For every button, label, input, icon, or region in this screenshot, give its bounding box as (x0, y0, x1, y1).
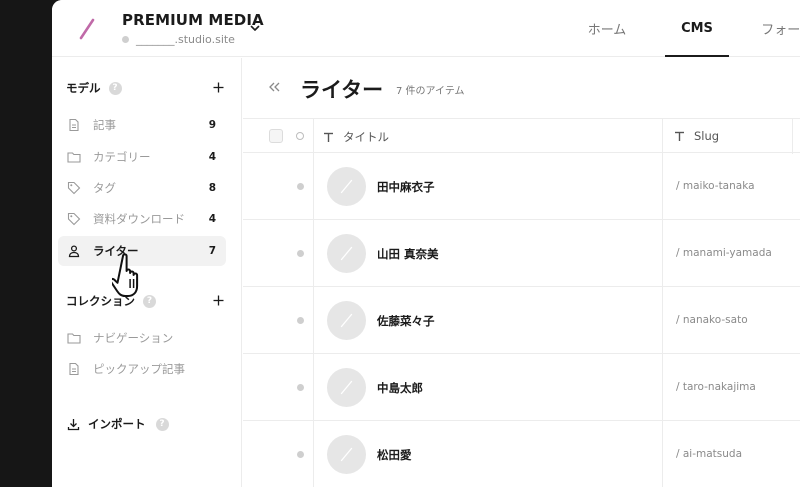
row-slug: / ai-matsuda (676, 448, 743, 460)
sidebar-item-label: 資料ダウンロード (93, 212, 185, 226)
site-url-row: _______.studio.site (122, 33, 235, 46)
sidebar-item-count: 8 (208, 182, 216, 194)
site-url: _______.studio.site (136, 33, 235, 46)
row-title: 佐藤菜々子 (377, 314, 435, 328)
row-slug: / nanako-sato (676, 314, 748, 326)
cell-divider (313, 287, 314, 354)
top-header: PREMIUM MEDIA _______.studio.site ホーム CM… (52, 0, 800, 57)
text-type-icon (675, 131, 684, 141)
row-status-dot (297, 384, 304, 391)
help-icon[interactable]: ? (108, 81, 122, 95)
status-column-indicator (296, 132, 304, 140)
import-button[interactable]: インポート ? (67, 416, 169, 432)
document-icon (69, 362, 79, 376)
add-model-plus-icon[interactable] (213, 82, 224, 93)
row-title: 松田愛 (377, 448, 412, 462)
table-row[interactable]: 佐藤菜々子 / nanako-sato (243, 287, 800, 354)
avatar-placeholder-icon (327, 234, 366, 273)
sidebar-item-pickup-articles[interactable]: ピックアップ記事 (58, 354, 226, 384)
nav-tabs: ホーム CMS フォーム (562, 0, 800, 57)
avatar-placeholder-icon (327, 435, 366, 474)
sidebar-item-articles[interactable]: 記事 9 (58, 110, 226, 140)
person-icon (68, 245, 80, 258)
sidebar-item-label: タグ (93, 181, 116, 195)
sidebar-item-label: カテゴリー (93, 150, 151, 164)
cell-divider (662, 287, 663, 354)
avatar-placeholder-icon (327, 301, 366, 340)
table-row[interactable]: 中島太郎 / taro-nakajima (243, 354, 800, 421)
add-collection-plus-icon[interactable] (213, 295, 224, 306)
table-row[interactable]: 山田 真奈美 / manami-yamada (243, 220, 800, 287)
folder-icon (67, 152, 81, 163)
download-icon (67, 418, 80, 430)
column-header-slug[interactable]: Slug (674, 129, 719, 143)
cell-divider (662, 354, 663, 421)
row-slug: / maiko-tanaka (676, 180, 755, 192)
cell-divider (662, 220, 663, 287)
column-divider (313, 119, 314, 154)
column-title-label: タイトル (343, 130, 389, 144)
sidebar-item-label: ピックアップ記事 (93, 362, 185, 376)
cell-divider (313, 220, 314, 287)
tab-home[interactable]: ホーム (562, 0, 652, 57)
avatar-placeholder-icon (327, 368, 366, 407)
column-divider (792, 119, 793, 154)
folder-icon (67, 333, 81, 344)
row-title: 中島太郎 (377, 381, 423, 395)
column-slug-label: Slug (694, 129, 720, 143)
site-logo-icon[interactable] (78, 18, 96, 40)
sidebar-item-label: 記事 (93, 118, 116, 132)
chevron-down-icon[interactable] (249, 22, 261, 34)
row-title: 田中麻衣子 (377, 180, 435, 194)
sidebar-item-categories[interactable]: カテゴリー 4 (58, 142, 226, 172)
sidebar-item-count: 9 (208, 119, 216, 131)
sidebar-item-navigation[interactable]: ナビゲーション (58, 323, 226, 353)
help-icon[interactable]: ? (155, 417, 169, 431)
document-icon (69, 118, 79, 132)
table-row[interactable]: 松田愛 / ai-matsuda (243, 421, 800, 487)
avatar-placeholder-icon (327, 167, 366, 206)
sidebar-item-downloads[interactable]: 資料ダウンロード 4 (58, 204, 226, 234)
cell-divider (662, 153, 663, 220)
table-row[interactable]: 田中麻衣子 / maiko-tanaka (243, 153, 800, 220)
item-count: 7 件のアイテム (396, 86, 465, 97)
models-label: モデル (66, 81, 101, 95)
import-label: インポート (88, 417, 146, 431)
tag-icon (67, 212, 81, 226)
tab-cms[interactable]: CMS (652, 0, 742, 57)
sidebar-item-count: 4 (208, 213, 216, 225)
site-status-dot (122, 36, 129, 43)
sidebar-item-count: 7 (208, 245, 216, 257)
row-slug: / manami-yamada (676, 247, 772, 259)
cell-divider (313, 354, 314, 421)
row-title: 山田 真奈美 (377, 247, 439, 261)
row-status-dot (297, 317, 304, 324)
cell-divider (313, 421, 314, 487)
hand-pointer-cursor-icon (112, 253, 139, 297)
app-window: PREMIUM MEDIA _______.studio.site ホーム CM… (52, 0, 800, 487)
sidebar-item-count: 4 (208, 151, 216, 163)
row-status-dot (297, 250, 304, 257)
main-content: ライター 7 件のアイテム タイトル Slug 田中麻衣子 / maiko-ta… (243, 58, 800, 487)
models-section-header: モデル ? (66, 78, 228, 98)
tab-form[interactable]: フォーム (742, 0, 800, 57)
cell-divider (313, 153, 314, 220)
collapse-sidebar-icon[interactable] (267, 80, 281, 94)
text-type-icon (324, 132, 333, 142)
page-title: ライター (300, 78, 384, 102)
column-header-title[interactable]: タイトル (323, 129, 389, 145)
row-status-dot (297, 183, 304, 190)
sidebar-item-tags[interactable]: タグ 8 (58, 173, 226, 203)
select-all-checkbox[interactable] (269, 129, 283, 143)
column-divider (662, 119, 663, 154)
sidebar-item-label: ナビゲーション (93, 331, 174, 345)
cell-divider (662, 421, 663, 487)
tag-icon (67, 181, 81, 195)
row-slug: / taro-nakajima (676, 381, 756, 393)
site-title[interactable]: PREMIUM MEDIA (122, 11, 264, 29)
row-status-dot (297, 451, 304, 458)
table-header: タイトル Slug (243, 118, 800, 154)
